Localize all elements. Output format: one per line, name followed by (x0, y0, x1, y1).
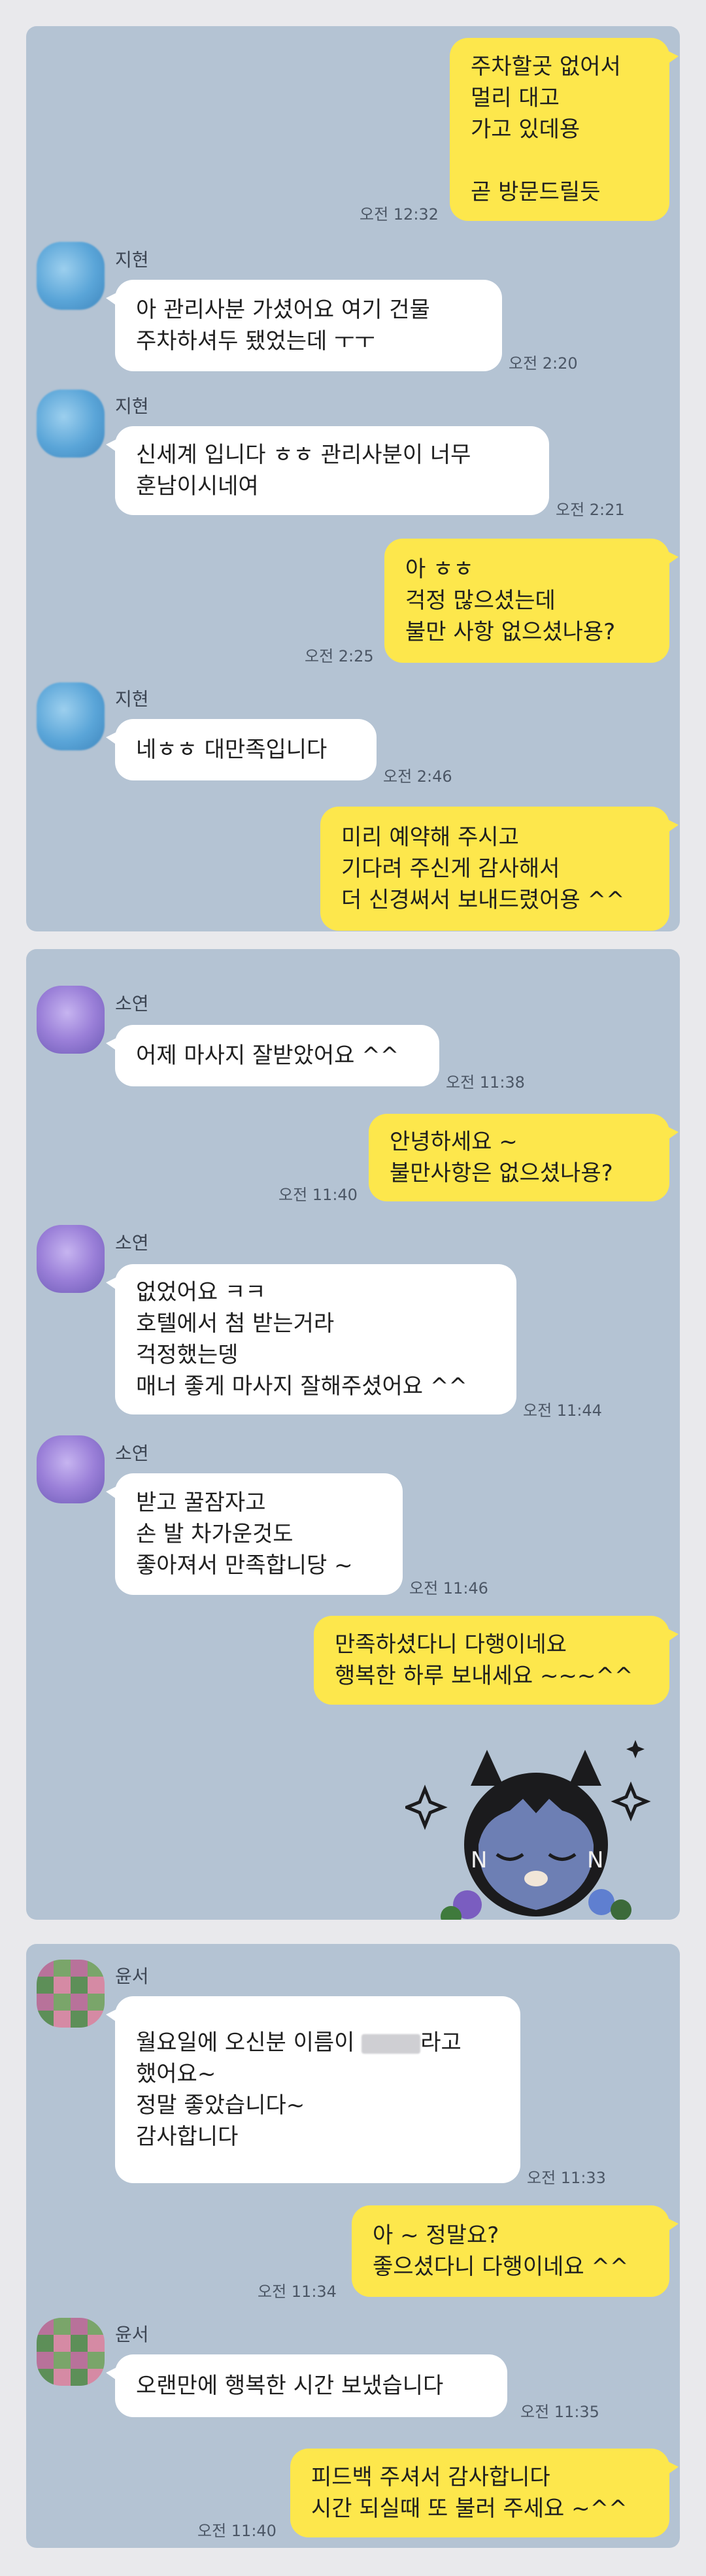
message-line: 없었어요 ㅋㅋ (136, 1279, 266, 1305)
message-line: 기다려 주신게 감사해서 (341, 856, 560, 882)
message-line: 피드백 주셔서 감사합니다 (311, 2464, 550, 2490)
message-timestamp: 오전 11:40 (197, 2522, 277, 2540)
avatar[interactable] (37, 682, 105, 750)
message-line: 신세계 입니다 ㅎㅎ 관리사분이 너무 (136, 442, 471, 468)
message-line: 걱정 많으셨는데 (405, 588, 556, 614)
message-line: 호텔에서 첨 받는거라 (136, 1311, 335, 1337)
message-line: 아 ~ 정말요? (373, 2222, 499, 2249)
sender-name: 윤서 (115, 1965, 149, 1987)
message-timestamp: 오전 11:34 (258, 2283, 337, 2301)
message-timestamp: 오전 11:35 (520, 2403, 599, 2421)
message-line: 시간 되실때 또 불러 주세요 ~^^ (311, 2496, 628, 2522)
message-line: 만족하셨다니 다행이네요 (335, 1631, 567, 1658)
redacted-name (361, 2033, 421, 2054)
message-line: 주차하셔두 됐었는데 ㅜㅜ (136, 328, 375, 354)
avatar[interactable] (37, 242, 105, 310)
message-line: 좋아져서 만족합니당 ~ (136, 1552, 353, 1579)
message-timestamp: 오전 2:25 (305, 647, 374, 665)
message-line: 오랜만에 행복한 시간 보냈습니다 (136, 2373, 444, 2399)
message-line: 훈남이시네여 (136, 473, 259, 499)
outgoing-message[interactable]: 아 ~ 정말요? 좋으셨다니 다행이네요 ^^ (352, 2205, 679, 2297)
sender-name: 소연 (115, 993, 149, 1014)
avatar[interactable] (37, 1225, 105, 1293)
incoming-message[interactable]: 오랜만에 행복한 시간 보냈습니다 (106, 2354, 507, 2417)
message-line: 걱정했는뎅 (136, 1342, 239, 1368)
outgoing-message[interactable]: 피드백 주셔서 감사합니다 시간 되실때 또 불러 주세요 ~^^ (290, 2449, 679, 2537)
message-line: 가고 있데용 (471, 116, 580, 142)
chat-panel-1: 주차할곳 없어서 멀리 대고 가고 있데용 곧 방문드릴듯 오전 12:32 지… (26, 26, 680, 931)
avatar[interactable] (37, 390, 105, 458)
chat-panel-3: 윤서 월요일에 오신분 이름이 라고 했어요~ 정말 좋았습니다~ 감사합니다 … (26, 1944, 680, 2548)
message-line: 했어요~ (136, 2061, 216, 2087)
message-timestamp: 오전 2:46 (383, 767, 452, 786)
message-line: 좋으셨다니 다행이네요 ^^ (373, 2254, 629, 2280)
message-timestamp: 오전 11:44 (523, 1401, 602, 1420)
message-line: 정말 좋았습니다~ (136, 2092, 305, 2118)
message-line: 감사합니다 (136, 2124, 239, 2150)
incoming-message[interactable]: 신세계 입니다 ㅎㅎ 관리사분이 너무 훈남이시네여 (106, 426, 549, 515)
message-line: 손 발 차가운것도 (136, 1521, 294, 1547)
incoming-message[interactable]: 없었어요 ㅋㅋ 호텔에서 첨 받는거라 걱정했는뎅 매너 좋게 마사지 잘해주셨… (106, 1264, 516, 1414)
message-line: 더 신경써서 보내드렸어용 ^^ (341, 887, 625, 913)
message-line: 불만사항은 없으셨나용? (390, 1160, 613, 1186)
avatar[interactable] (37, 1960, 105, 2028)
message-line: 멀리 대고 (471, 85, 560, 111)
svg-text:N: N (471, 1847, 487, 1873)
sender-name: 소연 (115, 1443, 149, 1464)
message-timestamp: 오전 2:21 (556, 501, 625, 519)
incoming-message[interactable]: 월요일에 오신분 이름이 라고 했어요~ 정말 좋았습니다~ 감사합니다 (106, 1996, 520, 2183)
outgoing-message[interactable]: 만족하셨다니 다행이네요 행복한 하루 보내세요 ~~~^^ (314, 1616, 679, 1705)
message-line: 아 ㅎㅎ (405, 556, 474, 582)
outgoing-message[interactable]: 안녕하세요 ~ 불만사항은 없으셨나용? (369, 1114, 679, 1201)
sticker-illustration: N N (402, 1740, 651, 1920)
message-line: 행복한 하루 보내세요 ~~~^^ (335, 1663, 633, 1689)
outgoing-message[interactable]: 주차할곳 없어서 멀리 대고 가고 있데용 곧 방문드릴듯 (450, 38, 679, 221)
message-text: 라고 (420, 2030, 462, 2056)
chat-panel-2: 소연 어제 마사지 잘받았어요 ^^ 오전 11:38 안녕하세요 ~ 불만사항… (26, 949, 680, 1920)
message-line (471, 145, 648, 176)
message-timestamp: 오전 2:20 (509, 354, 578, 373)
message-text: 월요일에 오신분 이름이 (136, 2030, 362, 2056)
sender-name: 지현 (115, 395, 149, 417)
message-line: 받고 꿀잠자고 (136, 1490, 266, 1516)
message-timestamp: 오전 11:33 (527, 2169, 606, 2187)
outgoing-message[interactable]: 아 ㅎㅎ 걱정 많으셨는데 불만 사항 없으셨나용? (384, 539, 679, 663)
incoming-message[interactable]: 아 관리사분 가셨어요 여기 건물 주차하셔두 됐었는데 ㅜㅜ (106, 280, 502, 371)
message-line: 곧 방문드릴듯 (471, 179, 601, 205)
sender-name: 지현 (115, 688, 149, 710)
message-line: 어제 마사지 잘받았어요 ^^ (136, 1043, 399, 1069)
incoming-message[interactable]: 네ㅎㅎ 대만족입니다 (106, 719, 377, 780)
message-timestamp: 오전 11:40 (278, 1186, 358, 1204)
message-line: 네ㅎㅎ 대만족입니다 (136, 737, 328, 763)
kakao-sleeping-character-sticker[interactable]: N N (402, 1733, 667, 1920)
svg-text:N: N (587, 1847, 603, 1873)
message-line: 불만 사항 없으셨나용? (405, 619, 616, 645)
incoming-message[interactable]: 받고 꿀잠자고 손 발 차가운것도 좋아져서 만족합니당 ~ (106, 1473, 403, 1595)
message-line: 주차할곳 없어서 (471, 54, 621, 80)
message-line: 월요일에 오신분 이름이 라고 (136, 2027, 499, 2058)
avatar[interactable] (37, 1435, 105, 1503)
message-line: 아 관리사분 가셨어요 여기 건물 (136, 297, 430, 323)
sender-name: 윤서 (115, 2324, 149, 2345)
outgoing-message[interactable]: 미리 예약해 주시고 기다려 주신게 감사해서 더 신경써서 보내드렸어용 ^^ (320, 807, 679, 931)
avatar[interactable] (37, 986, 105, 1054)
sender-name: 지현 (115, 249, 149, 271)
incoming-message[interactable]: 어제 마사지 잘받았어요 ^^ (106, 1025, 439, 1086)
message-line: 매너 좋게 마사지 잘해주셨어요 ^^ (136, 1373, 467, 1399)
message-timestamp: 오전 11:38 (446, 1073, 525, 1092)
message-timestamp: 오전 12:32 (360, 205, 439, 224)
message-line: 미리 예약해 주시고 (341, 824, 519, 850)
message-timestamp: 오전 11:46 (409, 1579, 488, 1597)
message-line: 안녕하세요 ~ (390, 1129, 518, 1155)
sender-name: 소연 (115, 1232, 149, 1254)
avatar[interactable] (37, 2318, 105, 2386)
